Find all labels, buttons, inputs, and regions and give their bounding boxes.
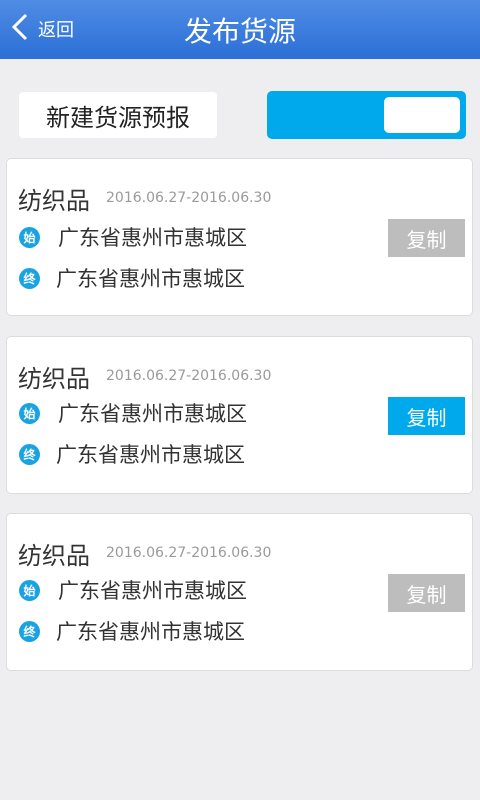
end-location-row: 终 广东省惠州市惠城区 (19, 440, 245, 468)
start-location-row: 始 广东省惠州市惠城区 (19, 576, 247, 604)
cargo-card[interactable]: 纺织品 2016.06.27-2016.06.30 始 广东省惠州市惠城区 终 … (6, 158, 473, 316)
start-icon: 始 (19, 402, 40, 424)
copy-button[interactable]: 复制 (388, 574, 465, 612)
date-range: 2016.06.27-2016.06.30 (106, 190, 272, 206)
chevron-left-icon (10, 12, 30, 46)
back-label: 返回 (38, 20, 74, 41)
end-icon: 终 (19, 267, 40, 289)
start-location: 广东省惠州市惠城区 (58, 226, 247, 250)
end-icon: 终 (19, 620, 40, 642)
start-location-row: 始 广东省惠州市惠城区 (19, 399, 247, 427)
back-button[interactable]: 返回 (10, 12, 74, 46)
toggle-knob (384, 97, 460, 133)
end-location-row: 终 广东省惠州市惠城区 (19, 264, 245, 292)
end-icon: 终 (19, 443, 40, 465)
end-location: 广东省惠州市惠城区 (56, 267, 245, 291)
cargo-name: 纺织品 (18, 187, 90, 215)
cargo-card[interactable]: 纺织品 2016.06.27-2016.06.30 始 广东省惠州市惠城区 终 … (6, 336, 473, 494)
toggle-switch[interactable] (267, 91, 466, 139)
end-location-row: 终 广东省惠州市惠城区 (19, 617, 245, 645)
cargo-card[interactable]: 纺织品 2016.06.27-2016.06.30 始 广东省惠州市惠城区 终 … (6, 513, 473, 671)
end-location: 广东省惠州市惠城区 (56, 620, 245, 644)
copy-button[interactable]: 复制 (388, 397, 465, 435)
date-range: 2016.06.27-2016.06.30 (106, 368, 272, 384)
date-range: 2016.06.27-2016.06.30 (106, 545, 272, 561)
new-forecast-button[interactable]: 新建货源预报 (19, 92, 217, 138)
end-location: 广东省惠州市惠城区 (56, 443, 245, 467)
cargo-name: 纺织品 (18, 365, 90, 393)
start-icon: 始 (19, 226, 40, 248)
header-bar: 返回 发布货源 (0, 0, 480, 59)
cargo-name: 纺织品 (18, 542, 90, 570)
start-location: 广东省惠州市惠城区 (58, 402, 247, 426)
start-icon: 始 (19, 579, 40, 601)
start-location-row: 始 广东省惠州市惠城区 (19, 223, 247, 251)
copy-button[interactable]: 复制 (388, 219, 465, 257)
start-location: 广东省惠州市惠城区 (58, 579, 247, 603)
